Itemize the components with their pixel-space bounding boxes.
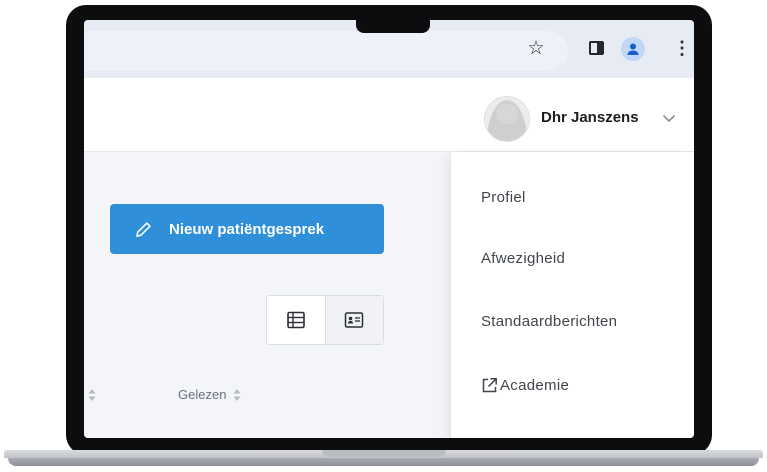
menu-icon[interactable]: ⋮ [671, 37, 693, 59]
menu-item-label: Standaardberichten [481, 313, 618, 330]
menu-item-profiel[interactable]: Profiel [481, 189, 526, 206]
menu-item-label: Afwezigheid [481, 250, 566, 267]
sort-icon[interactable] [87, 387, 97, 403]
profile-icon[interactable] [621, 37, 645, 61]
laptop-base [0, 450, 767, 472]
star-icon[interactable]: ☆ [525, 37, 547, 59]
address-bar[interactable] [84, 31, 568, 71]
star-glyph: ☆ [527, 37, 545, 59]
app-header: Dhr Janszens [84, 78, 694, 152]
chevron-down-icon[interactable] [660, 109, 678, 127]
menu-item-standaardberichten[interactable]: Standaardberichten [481, 313, 617, 330]
menu-item-academie[interactable]: Academie [481, 377, 569, 394]
column-header-gelezen[interactable]: Gelezen [178, 387, 226, 402]
user-name[interactable]: Dhr Janszens [541, 109, 639, 126]
base-bottom [8, 458, 759, 466]
screen: ☆ ⋮ Dhr Janszens Nieuw patiëntgesprek Ge… [84, 20, 694, 438]
side-panel-icon[interactable] [585, 37, 607, 59]
pencil-icon [136, 221, 151, 237]
menu-item-label: Profiel [481, 189, 526, 206]
user-menu-dropdown: Profiel Afwezigheid Standaardberichten A… [450, 152, 694, 438]
menu-item-afwezigheid[interactable]: Afwezigheid [481, 250, 565, 267]
view-toggle [266, 295, 384, 345]
avatar[interactable] [484, 96, 530, 142]
card-view-button[interactable] [325, 296, 383, 344]
laptop-frame: ☆ ⋮ Dhr Janszens Nieuw patiëntgesprek Ge… [0, 0, 767, 472]
table-view-button[interactable] [267, 296, 326, 344]
external-link-icon [482, 378, 497, 393]
new-patient-conversation-button[interactable]: Nieuw patiëntgesprek [110, 204, 384, 254]
camera-notch [356, 5, 430, 33]
table-view-icon [286, 311, 305, 329]
base-notch [322, 450, 446, 457]
menu-item-label: Academie [500, 377, 570, 394]
sort-icon[interactable] [232, 387, 242, 403]
menu-glyph: ⋮ [673, 37, 691, 58]
card-view-icon [345, 312, 364, 328]
main-content: Nieuw patiëntgesprek Gelezen [84, 152, 450, 438]
new-button-label: Nieuw patiëntgesprek [169, 220, 325, 238]
